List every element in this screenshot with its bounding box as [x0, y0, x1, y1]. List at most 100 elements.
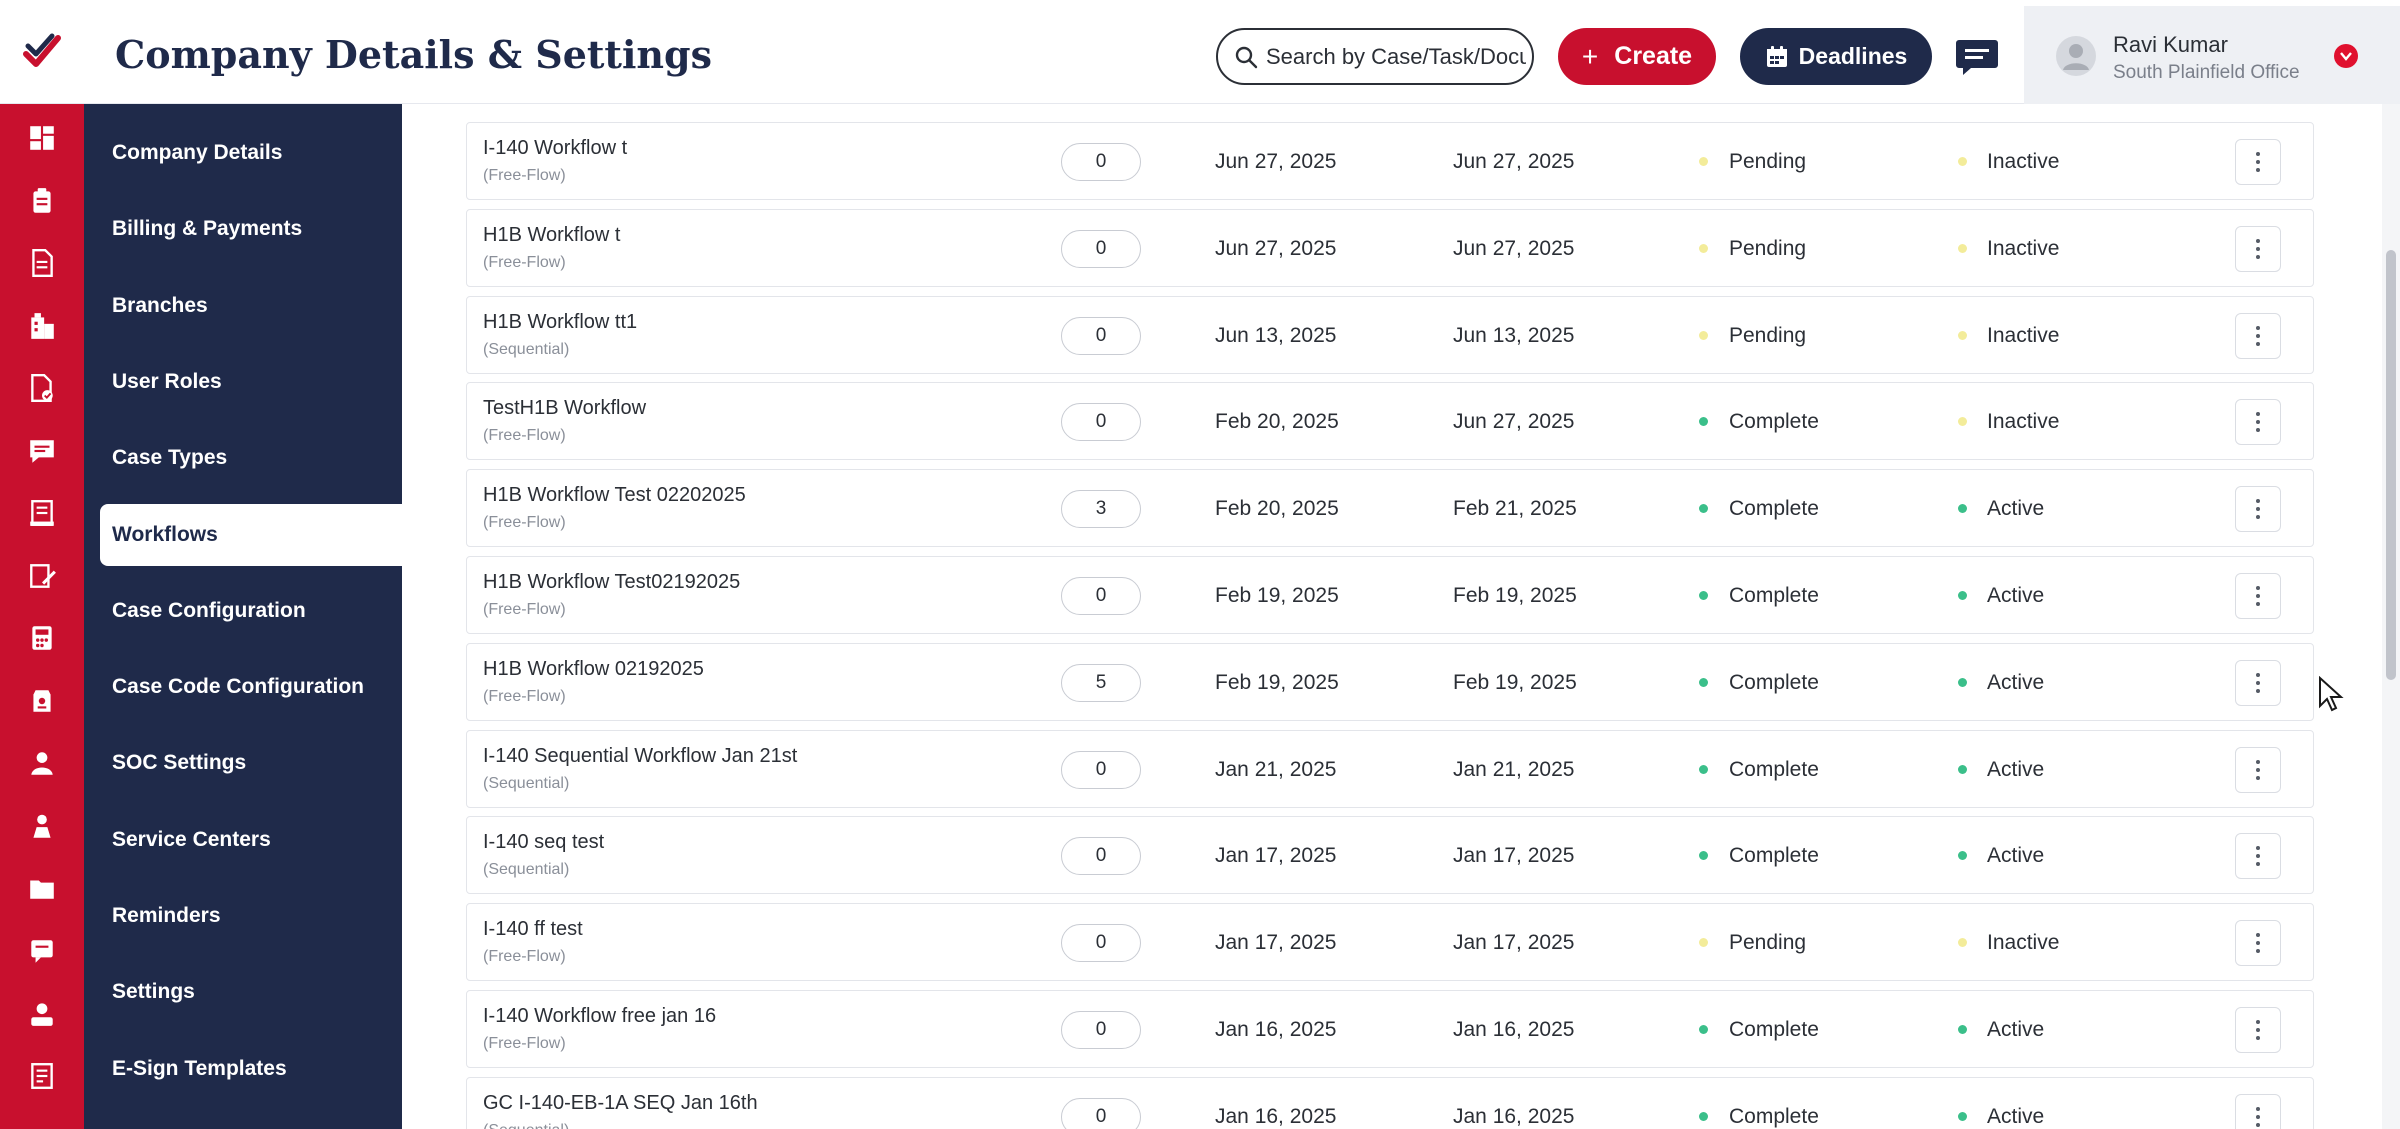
- workflow-name[interactable]: I-140 Workflow t: [483, 137, 627, 160]
- workflow-name[interactable]: H1B Workflow t: [483, 224, 620, 247]
- nav-item-case-types[interactable]: Case Types: [84, 427, 402, 489]
- kebab-icon: [2256, 672, 2260, 677]
- workflow-name[interactable]: TestH1B Workflow: [483, 397, 646, 420]
- top-header: Company Details & Settings + Create Dead…: [0, 0, 2400, 104]
- rail-item-message[interactable]: [18, 927, 66, 975]
- table-row[interactable]: H1B Workflow t (Free-Flow) 0 Jun 27, 2025 Ju…: [466, 208, 2314, 287]
- rail-item-clipboard[interactable]: [18, 177, 66, 225]
- nav-item-case-configuration[interactable]: Case Configuration: [84, 580, 402, 642]
- document-check-icon: [31, 373, 53, 403]
- case-count-badge: 0: [1061, 924, 1141, 963]
- row-menu-button[interactable]: [2235, 920, 2281, 967]
- table-row[interactable]: H1B Workflow Test 02202025 (Free-Flow) 3 Fe…: [466, 469, 2314, 548]
- table-row[interactable]: I-140 Workflow free jan 16 (Free-Flow) 0 Ja…: [466, 990, 2314, 1068]
- rail-item-chat[interactable]: [18, 427, 66, 475]
- case-count-badge: 0: [1061, 143, 1141, 181]
- workflow-name[interactable]: I-140 ff test: [483, 918, 583, 941]
- rail-item-folder[interactable]: [18, 864, 66, 912]
- case-count-badge: 0: [1061, 229, 1141, 268]
- row-menu-button[interactable]: [2235, 1093, 2281, 1129]
- table-row[interactable]: TestH1B Workflow (Free-Flow) 0 Feb 20, 2025…: [466, 382, 2314, 461]
- row-menu-button[interactable]: [2235, 399, 2281, 446]
- workflow-name[interactable]: H1B Workflow Test02192025: [483, 571, 740, 594]
- workflow-type: (Sequential): [483, 774, 570, 792]
- workflow-name[interactable]: I-140 Sequential Workflow Jan 21st: [483, 745, 797, 768]
- nav-item-billing-payments[interactable]: Billing & Payments: [84, 198, 402, 260]
- table-row[interactable]: I-140 Sequential Workflow Jan 21st (Seque…: [466, 729, 2314, 808]
- case-count-badge: 0: [1061, 577, 1141, 615]
- table-row[interactable]: H1B Workflow Test02192025 (Free-Flow) 0 Feb…: [466, 556, 2314, 634]
- nav-item-reminders[interactable]: Reminders: [84, 885, 402, 947]
- table-row[interactable]: H1B Workflow tt1 (Sequential) 0 Jun 13, 202…: [466, 295, 2314, 374]
- app-logo[interactable]: [0, 0, 84, 104]
- rail-item-user[interactable]: [18, 739, 66, 787]
- table-row[interactable]: GC I-140-EB-1A SEQ Jan 16th (Sequential) 0…: [466, 1076, 2314, 1129]
- start-date: Feb 19, 2025: [1215, 670, 1339, 694]
- table-row[interactable]: I-140 ff test (Free-Flow) 0 Jan 17, 2025 Jan…: [466, 903, 2314, 982]
- row-menu-button[interactable]: [2235, 746, 2281, 793]
- rail-item-calculator[interactable]: [18, 614, 66, 662]
- create-button[interactable]: + Create: [1558, 28, 1716, 85]
- end-date: Jan 17, 2025: [1453, 844, 1575, 868]
- messages-button[interactable]: [1954, 36, 2000, 78]
- rail-item-user-alt[interactable]: [18, 802, 66, 850]
- rail-item-document[interactable]: [18, 239, 66, 287]
- workflow-name[interactable]: H1B Workflow Test 02202025: [483, 484, 746, 507]
- rail-item-document-check[interactable]: [18, 364, 66, 412]
- nav-item-service-centers[interactable]: Service Centers: [84, 809, 402, 871]
- nav-item-company-details[interactable]: Company Details: [84, 122, 402, 184]
- user-menu[interactable]: Ravi Kumar South Plainfield Office: [2024, 6, 2400, 104]
- rail-item-dashboard[interactable]: [18, 114, 66, 162]
- chevron-down-icon[interactable]: [2334, 44, 2358, 68]
- row-menu-button[interactable]: [2235, 486, 2281, 533]
- kebab-icon: [2256, 1106, 2260, 1111]
- nav-item-label: Billing & Payments: [112, 217, 303, 241]
- row-menu-button[interactable]: [2235, 312, 2281, 359]
- nav-item-user-roles[interactable]: User Roles: [84, 351, 402, 413]
- rail-item-building[interactable]: [18, 302, 66, 350]
- case-count-badge: 5: [1061, 663, 1141, 702]
- scrollbar-thumb[interactable]: [2386, 250, 2396, 680]
- row-menu-button[interactable]: [2235, 833, 2281, 880]
- workflow-name[interactable]: H1B Workflow tt1: [483, 311, 637, 334]
- nav-item-settings[interactable]: Settings: [84, 961, 402, 1023]
- nav-item-case-code-configuration[interactable]: Case Code Configuration: [84, 656, 402, 718]
- row-menu-button[interactable]: [2235, 225, 2281, 272]
- search-box[interactable]: [1216, 28, 1534, 85]
- row-menu-button[interactable]: [2235, 1007, 2281, 1053]
- nav-item-label: Reminders: [112, 904, 221, 927]
- nav-item-soc-settings[interactable]: SOC Settings: [84, 732, 402, 794]
- nav-item-branches[interactable]: Branches: [84, 275, 402, 337]
- start-date: Jan 16, 2025: [1215, 1018, 1337, 1041]
- nav-item-workflows[interactable]: Workflows: [100, 503, 402, 566]
- row-menu-button[interactable]: [2235, 659, 2281, 706]
- deadlines-button[interactable]: Deadlines: [1740, 28, 1932, 85]
- rail-item-ledger[interactable]: [18, 489, 66, 537]
- workflow-name[interactable]: GC I-140-EB-1A SEQ Jan 16th: [483, 1092, 758, 1115]
- active-label: Inactive: [1987, 931, 2060, 955]
- nav-item-e-sign-templates[interactable]: E-Sign Templates: [84, 1038, 402, 1100]
- case-count-badge: 0: [1061, 750, 1141, 789]
- user-office: South Plainfield Office: [2113, 62, 2300, 83]
- rail-item-user-card[interactable]: [18, 989, 66, 1037]
- row-menu-button[interactable]: [2235, 573, 2281, 619]
- nav-item-label: SOC Settings: [112, 751, 247, 775]
- table-row[interactable]: H1B Workflow 02192025 (Free-Flow) 5 Feb 19,…: [466, 642, 2314, 721]
- workflow-type: (Sequential): [483, 861, 570, 879]
- active-label: Inactive: [1987, 323, 2060, 347]
- table-row[interactable]: I-140 Workflow t (Free-Flow) 0 Jun 27, 2025…: [466, 122, 2314, 200]
- case-count-badge: 3: [1061, 490, 1141, 529]
- rail-item-edit[interactable]: [18, 552, 66, 600]
- workflow-name[interactable]: H1B Workflow 02192025: [483, 658, 704, 681]
- active-dot: [1958, 157, 1967, 166]
- workflow-name[interactable]: I-140 seq test: [483, 831, 604, 854]
- rail-item-book[interactable]: [18, 1052, 66, 1100]
- active-label: Active: [1987, 844, 2045, 868]
- row-menu-button[interactable]: [2235, 139, 2281, 185]
- status-dot: [1699, 677, 1708, 687]
- table-row[interactable]: I-140 seq test (Sequential) 0 Jan 17, 2025 J…: [466, 816, 2314, 895]
- search-input[interactable]: [1266, 43, 1526, 70]
- workflow-name[interactable]: I-140 Workflow free jan 16: [483, 1005, 716, 1028]
- rail-item-badge[interactable]: [18, 677, 66, 725]
- case-count-badge: 0: [1061, 1097, 1141, 1129]
